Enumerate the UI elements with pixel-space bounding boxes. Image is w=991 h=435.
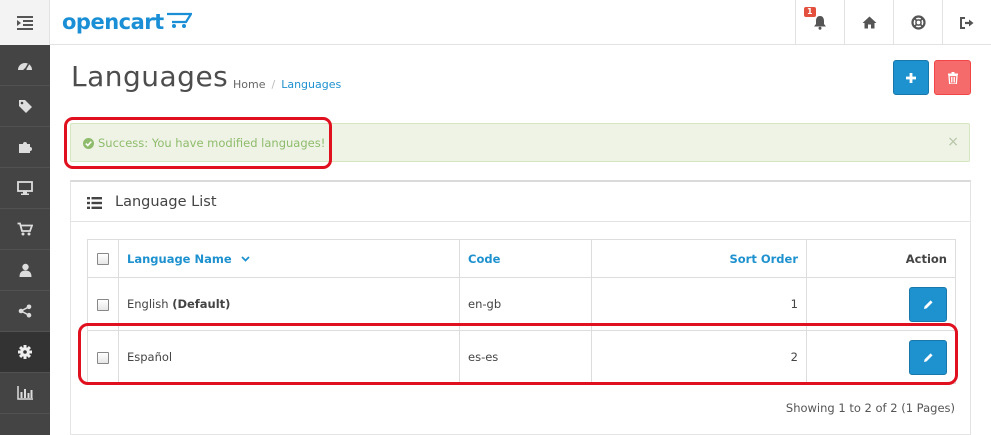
dashboard-icon <box>18 63 32 71</box>
share-icon <box>18 304 32 318</box>
pagination-summary: Showing 1 to 2 of 2 (1 Pages) <box>785 401 955 415</box>
puzzle-icon <box>19 142 32 153</box>
sidebar-item-customers[interactable] <box>0 250 50 291</box>
row-checkbox[interactable] <box>97 298 109 311</box>
table-header-row: Language Name Code Sort Order Action <box>87 239 956 278</box>
alert-close-button[interactable]: × <box>947 134 959 150</box>
lifebuoy-icon <box>910 15 926 30</box>
sort-order-sort-link[interactable]: Sort Order <box>729 252 798 266</box>
cart-logo-icon <box>166 12 192 28</box>
breadcrumb-languages-link[interactable]: Languages <box>281 78 341 91</box>
menu-toggle-button[interactable] <box>0 0 50 45</box>
sidebar-item-catalog[interactable] <box>0 86 50 127</box>
language-list-panel: Language List Language Name Code Sort Or… <box>70 180 971 435</box>
annotation-highlight-row <box>78 323 958 385</box>
logout-button[interactable] <box>942 0 991 45</box>
code-sort-link[interactable]: Code <box>468 252 500 266</box>
cart-icon <box>17 222 33 236</box>
edit-button[interactable] <box>909 286 947 322</box>
default-label: (Default) <box>172 297 231 311</box>
add-new-button[interactable] <box>893 60 929 95</box>
chevron-down-icon <box>241 256 250 262</box>
menu-indent-icon <box>16 15 33 30</box>
language-name-sort-link[interactable]: Language Name <box>127 252 232 266</box>
bell-icon <box>814 16 826 30</box>
home-button[interactable] <box>844 0 893 45</box>
header-checkbox-cell <box>87 239 119 278</box>
column-header-action: Action <box>806 239 956 278</box>
list-icon <box>87 197 102 209</box>
desktop-icon <box>17 181 33 195</box>
breadcrumb-home-link[interactable]: Home <box>233 78 265 91</box>
trash-icon <box>947 71 958 84</box>
breadcrumb-separator: / <box>271 78 276 91</box>
panel-heading: Language List <box>71 182 970 222</box>
annotation-highlight-alert <box>64 117 332 169</box>
top-header: opencart 1 <box>0 0 991 45</box>
breadcrumb: Home / Languages <box>233 78 341 91</box>
sidebar-item-sales[interactable] <box>0 209 50 250</box>
sidebar-item-extensions[interactable] <box>0 127 50 168</box>
panel-title: Language List <box>115 194 217 210</box>
select-all-checkbox[interactable] <box>97 253 109 265</box>
delete-button[interactable] <box>934 60 971 95</box>
notification-badge: 1 <box>804 7 816 17</box>
sidebar-item-marketing[interactable] <box>0 291 50 332</box>
page-title: Languages <box>71 60 229 93</box>
notifications-button[interactable]: 1 <box>795 0 844 45</box>
home-icon <box>862 16 876 29</box>
sidebar-item-dashboard[interactable] <box>0 45 50 86</box>
sidebar-item-design[interactable] <box>0 168 50 209</box>
sidebar <box>0 45 50 435</box>
logo-text: opencart <box>62 10 164 34</box>
column-header-code[interactable]: Code <box>459 239 592 278</box>
tags-icon <box>18 99 32 113</box>
plus-icon <box>906 72 916 83</box>
pencil-icon <box>923 299 933 309</box>
sign-out-icon <box>960 16 974 29</box>
sidebar-item-reports[interactable] <box>0 373 50 414</box>
user-icon <box>19 263 31 277</box>
opencart-logo[interactable]: opencart <box>62 9 192 35</box>
bar-chart-icon <box>17 386 33 400</box>
sidebar-item-system[interactable] <box>0 332 50 373</box>
gear-icon <box>18 345 32 359</box>
column-header-sort-order[interactable]: Sort Order <box>591 239 807 278</box>
help-button[interactable] <box>893 0 942 45</box>
column-header-language-name[interactable]: Language Name <box>118 239 460 278</box>
